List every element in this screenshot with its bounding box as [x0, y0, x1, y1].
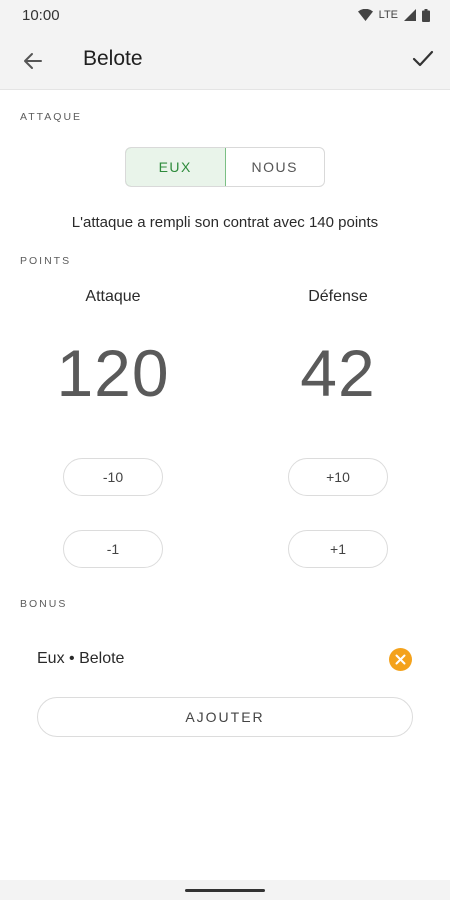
signal-icon: [404, 9, 416, 21]
wifi-icon: [357, 9, 373, 21]
contract-result-text: L'attaque a rempli son contrat avec 140 …: [71, 214, 379, 231]
attack-minus-1-button[interactable]: -1: [63, 530, 163, 568]
defense-score: 42: [300, 336, 376, 410]
defense-plus-10-button[interactable]: +10: [288, 458, 388, 496]
defense-title: Défense: [308, 288, 368, 305]
confirm-button[interactable]: [410, 46, 436, 72]
section-label-points: POINTS: [20, 255, 72, 267]
navigation-bar: [0, 880, 450, 900]
page-title: Belote: [83, 47, 143, 70]
section-label-attaque: ATTAQUE: [20, 111, 83, 123]
battery-icon: [422, 8, 430, 22]
attack-minus-10-button[interactable]: -10: [63, 458, 163, 496]
close-icon: [395, 654, 406, 665]
remove-bonus-button[interactable]: [389, 648, 412, 671]
app-bar: Belote: [0, 30, 450, 90]
back-button[interactable]: [20, 48, 46, 74]
bonus-item-label: Eux • Belote: [37, 650, 125, 667]
status-time: 10:00: [22, 6, 60, 24]
add-bonus-button[interactable]: AJOUTER: [37, 697, 413, 737]
status-icons: LTE: [357, 8, 430, 22]
status-bar: 10:00 LTE: [0, 0, 450, 30]
home-indicator[interactable]: [185, 889, 265, 892]
bonus-list-item: Eux • Belote: [37, 648, 415, 672]
attack-score: 120: [56, 336, 170, 410]
toggle-option-nous[interactable]: NOUS: [226, 148, 325, 186]
arrow-back-icon: [24, 53, 42, 69]
check-icon: [412, 50, 434, 67]
section-label-bonus: BONUS: [20, 598, 68, 610]
defense-plus-1-button[interactable]: +1: [288, 530, 388, 568]
attack-title: Attaque: [85, 288, 141, 305]
toggle-option-eux[interactable]: EUX: [126, 148, 226, 186]
network-type: LTE: [378, 9, 398, 21]
attack-team-toggle: EUX NOUS: [125, 147, 325, 187]
